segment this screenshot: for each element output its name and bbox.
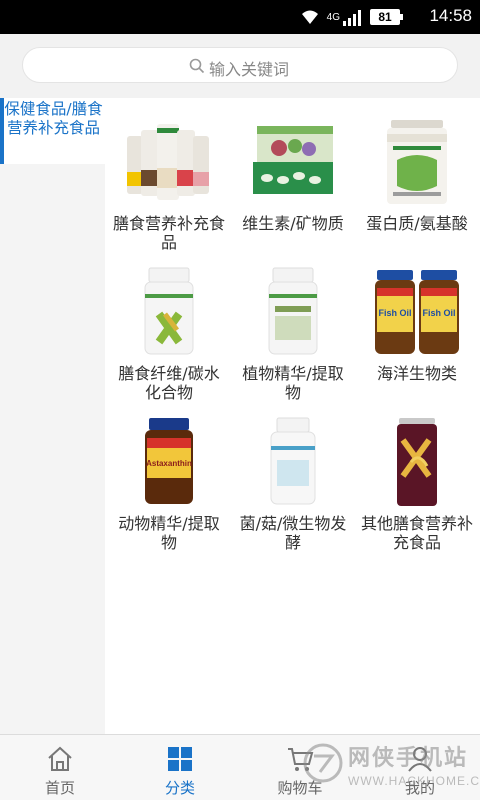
- clock: 14:58: [429, 6, 472, 25]
- fish-oil-bottles-image: Fish Oil Fish Oil: [375, 270, 459, 354]
- tab-label: 首页: [44, 779, 75, 797]
- watermark-logo-icon: [303, 743, 343, 783]
- search-placeholder: 输入关键词: [209, 60, 290, 79]
- herbal-bottle-image: [268, 267, 318, 355]
- status-bar: 4G 81 14:58: [0, 0, 480, 34]
- category-item-dietary-supplement[interactable]: 膳食营养补充食品: [107, 110, 231, 260]
- category-label: 植物精华/提取物: [242, 364, 344, 402]
- watermark-url: WWW.HACKHOME.COM: [348, 774, 480, 788]
- category-label: 菌/菇/微生物发酵: [239, 514, 347, 552]
- category-sidebar: 保健食品/膳食营养补充食品: [0, 98, 105, 734]
- grid-icon: [168, 747, 192, 771]
- category-item-marine[interactable]: Fish Oil Fish Oil 海洋生物类: [355, 260, 479, 410]
- fiber-bottle-image: [144, 267, 194, 355]
- probiotic-bottle-image: [270, 417, 316, 505]
- category-item-fungi-microbial[interactable]: 菌/菇/微生物发酵: [231, 410, 355, 560]
- category-label: 蛋白质/氨基酸: [366, 214, 468, 233]
- category-label: 膳食营养补充食品: [112, 214, 225, 252]
- category-label: 动物精华/提取物: [118, 514, 220, 552]
- fish-oil-text: Fish Oil: [378, 308, 411, 318]
- category-item-protein-amino[interactable]: 蛋白质/氨基酸: [355, 110, 479, 260]
- category-item-animal-extract[interactable]: Astaxanthin 动物精华/提取物: [107, 410, 231, 560]
- home-icon: [48, 746, 72, 771]
- astaxanthin-bottle-image: Astaxanthin: [145, 418, 193, 504]
- battery-level: 81: [370, 9, 403, 25]
- tab-home[interactable]: 首页: [0, 735, 120, 801]
- tab-category[interactable]: 分类: [120, 735, 240, 801]
- category-item-fiber-carbs[interactable]: 膳食纤维/碳水化合物: [107, 260, 231, 410]
- category-item-plant-extract[interactable]: 植物精华/提取物: [231, 260, 355, 410]
- watermark-title: 网侠手机站: [348, 746, 469, 771]
- site-watermark: 网侠手机站 WWW.HACKHOME.COM: [300, 740, 480, 798]
- wifi-icon: [302, 10, 318, 24]
- search-input[interactable]: 输入关键词: [22, 47, 458, 83]
- category-label: 海洋生物类: [376, 364, 457, 383]
- category-label: 膳食纤维/碳水化合物: [118, 364, 220, 402]
- fish-oil-text: Fish Oil: [422, 308, 455, 318]
- protein-powder-jar-image: [387, 120, 447, 204]
- search-bar-area: 输入关键词: [0, 34, 480, 98]
- search-icon: [189, 58, 205, 74]
- astaxanthin-text: Astaxanthin: [146, 459, 192, 468]
- protein-shake-cans-image: [127, 124, 209, 200]
- category-label: 其他膳食营养补充食品: [360, 514, 473, 552]
- sidebar-item-label: 保健食品/膳食营养补充食品: [4, 100, 103, 137]
- vitamin-box-image: [253, 126, 333, 194]
- network-type: 4G: [326, 12, 340, 23]
- category-item-vitamins-minerals[interactable]: 维生素/矿物质: [231, 110, 355, 260]
- energy-drink-can-image: [397, 418, 437, 506]
- category-label: 维生素/矿物质: [242, 214, 344, 233]
- category-item-other-supplement[interactable]: 其他膳食营养补充食品: [355, 410, 479, 560]
- sidebar-item-health-food[interactable]: 保健食品/膳食营养补充食品: [0, 98, 105, 164]
- tab-label: 分类: [164, 779, 195, 797]
- signal-icon: [343, 10, 361, 26]
